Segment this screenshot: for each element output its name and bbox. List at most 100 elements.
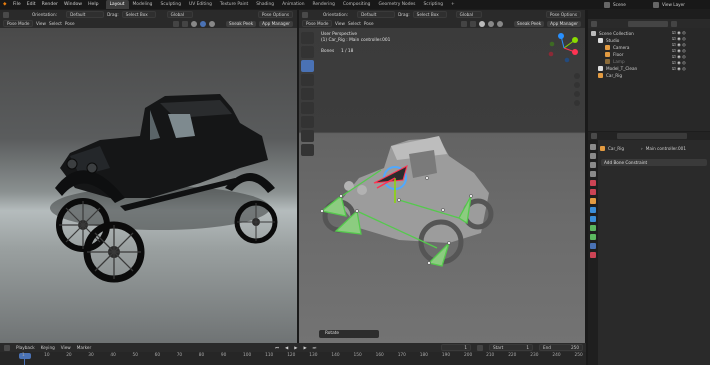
- menu-pose[interactable]: Pose: [65, 21, 75, 26]
- properties-editor-icon[interactable]: [591, 133, 597, 139]
- tab-animation[interactable]: Animation: [278, 0, 308, 9]
- overlay-icon[interactable]: [172, 20, 179, 27]
- pose-options-dropdown-right[interactable]: Pose Options: [545, 11, 581, 18]
- visibility-eye-icon[interactable]: ☑ ◉ ◎: [672, 36, 686, 41]
- perspective-grid-icon[interactable]: [574, 100, 580, 106]
- sneak-peek-button[interactable]: Sneak Peek: [225, 20, 257, 27]
- view-layer-tab-icon[interactable]: [590, 171, 596, 177]
- transform-orientation-dropdown-right[interactable]: Global: [455, 11, 482, 18]
- scale-tool-icon[interactable]: [301, 88, 314, 100]
- prev-key-icon[interactable]: ◀: [285, 345, 288, 350]
- tool-tab-icon[interactable]: [590, 144, 596, 150]
- orientation-dropdown[interactable]: Default: [66, 11, 105, 18]
- pan-hand-icon[interactable]: [574, 82, 580, 88]
- properties-search-input[interactable]: [617, 133, 687, 139]
- overlay-icon-right[interactable]: [460, 20, 467, 27]
- visibility-eye-icon[interactable]: ☑ ◉ ◎: [672, 54, 686, 59]
- navigation-gizmo[interactable]: [548, 33, 578, 63]
- playhead[interactable]: [19, 353, 31, 359]
- tab-geometry-nodes[interactable]: Geometry Nodes: [374, 0, 419, 9]
- scene-selector[interactable]: Scene: [613, 2, 653, 7]
- menu-pose-right[interactable]: Pose: [364, 21, 374, 26]
- object-tab-icon[interactable]: [590, 198, 596, 204]
- modifier-tab-icon[interactable]: [590, 207, 596, 213]
- menu-edit[interactable]: Edit: [24, 2, 39, 7]
- app-manager-button-right[interactable]: App Manager: [547, 20, 581, 27]
- timeline-view-menu[interactable]: View: [61, 345, 71, 350]
- add-bone-constraint-dropdown[interactable]: Add Bone Constraint: [601, 159, 707, 166]
- outliner-row[interactable]: Floor: [605, 51, 623, 58]
- cursor-tool-icon[interactable]: [301, 32, 314, 44]
- visibility-eye-icon[interactable]: ☑ ◉ ◎: [672, 42, 686, 47]
- outliner-row[interactable]: Model_T_Clean: [598, 65, 637, 72]
- marker-menu[interactable]: Marker: [77, 345, 91, 350]
- tab-texture-paint[interactable]: Texture Paint: [216, 0, 252, 9]
- jump-end-icon[interactable]: ⏭: [313, 345, 317, 350]
- tab-rendering[interactable]: Rendering: [308, 0, 338, 9]
- rotate-tool-icon[interactable]: [301, 74, 314, 86]
- visibility-eye-icon[interactable]: ☑ ◉ ◎: [672, 48, 686, 53]
- outliner-editor-icon[interactable]: [591, 20, 597, 27]
- menu-view-right[interactable]: View: [335, 21, 345, 26]
- outliner-row[interactable]: Car_Rig: [598, 72, 622, 79]
- physics-tab-icon[interactable]: [590, 216, 596, 222]
- measure-tool-icon[interactable]: [301, 130, 314, 142]
- shading-material-icon[interactable]: [199, 20, 206, 27]
- rendered-viewport[interactable]: [0, 28, 297, 343]
- start-frame-field[interactable]: Start 1: [489, 344, 533, 351]
- tab-scripting[interactable]: Scripting: [419, 0, 447, 9]
- outliner-search-input[interactable]: [628, 20, 668, 27]
- shading-rendered-icon-right[interactable]: [496, 20, 503, 27]
- shading-material-icon-right[interactable]: [487, 20, 494, 27]
- outliner-row[interactable]: Studio: [598, 37, 619, 44]
- zoom-icon[interactable]: [574, 73, 580, 79]
- xray-icon[interactable]: [181, 20, 188, 27]
- preview-range-icon[interactable]: [477, 344, 483, 351]
- current-frame-field[interactable]: 1: [441, 344, 471, 351]
- world-tab-icon[interactable]: [590, 189, 596, 195]
- app-manager-button[interactable]: App Manager: [259, 20, 293, 27]
- outliner-row[interactable]: Camera: [605, 44, 629, 51]
- render-tab-icon[interactable]: [590, 153, 596, 159]
- drag-dropdown[interactable]: Select Box: [121, 11, 156, 18]
- solid-viewport[interactable]: User Perspective (1) Car_Rig : Main cont…: [299, 28, 585, 343]
- menu-select-right[interactable]: Select: [348, 21, 361, 26]
- mode-dropdown-right[interactable]: Pose Mode: [302, 20, 332, 27]
- menu-file[interactable]: File: [10, 2, 24, 7]
- sneak-peek-button-right[interactable]: Sneak Peek: [513, 20, 545, 27]
- texture-tab-icon[interactable]: [590, 252, 596, 258]
- xray-icon-right[interactable]: [469, 20, 476, 27]
- tab-modeling[interactable]: Modeling: [129, 0, 157, 9]
- mode-dropdown[interactable]: Pose Mode: [3, 20, 33, 27]
- visibility-eye-icon[interactable]: ☑ ◉ ◎: [672, 60, 686, 65]
- shading-solid-icon[interactable]: [190, 20, 197, 27]
- scene-tab-icon[interactable]: [590, 180, 596, 186]
- annotate-tool-icon[interactable]: [301, 116, 314, 128]
- menu-select[interactable]: Select: [49, 21, 62, 26]
- tab-sculpting[interactable]: Sculpting: [156, 0, 185, 9]
- end-frame-field[interactable]: End 250: [539, 344, 583, 351]
- orientation-dropdown-right[interactable]: Default: [357, 11, 396, 18]
- view-layer-selector[interactable]: View Layer: [662, 2, 710, 7]
- select-tool-icon-right[interactable]: [302, 11, 308, 18]
- visibility-eye-icon[interactable]: ☑ ◉ ◎: [672, 30, 686, 35]
- keying-menu[interactable]: Keying: [41, 345, 55, 350]
- play-icon[interactable]: ▶: [294, 345, 297, 350]
- select-tool-icon[interactable]: [3, 11, 9, 18]
- last-operator-panel[interactable]: Rotate: [319, 330, 379, 338]
- menu-help[interactable]: Help: [85, 2, 101, 7]
- timeline-editor-icon[interactable]: [4, 344, 10, 351]
- filter-icon[interactable]: [671, 20, 677, 27]
- bone-constraint-tab-icon[interactable]: [590, 243, 596, 249]
- menu-window[interactable]: Window: [61, 2, 85, 7]
- add-workspace-button[interactable]: +: [447, 0, 459, 9]
- pose-options-dropdown[interactable]: Pose Options: [257, 11, 293, 18]
- menu-view[interactable]: View: [36, 21, 46, 26]
- playback-menu[interactable]: Playback: [16, 345, 35, 350]
- blender-logo-icon[interactable]: ◆: [0, 2, 10, 7]
- visibility-eye-icon[interactable]: ☑ ◉ ◎: [672, 66, 686, 71]
- bone-tab-icon[interactable]: [590, 234, 596, 240]
- camera-view-icon[interactable]: [574, 91, 580, 97]
- shading-solid-icon-right[interactable]: [478, 20, 485, 27]
- tab-shading[interactable]: Shading: [252, 0, 278, 9]
